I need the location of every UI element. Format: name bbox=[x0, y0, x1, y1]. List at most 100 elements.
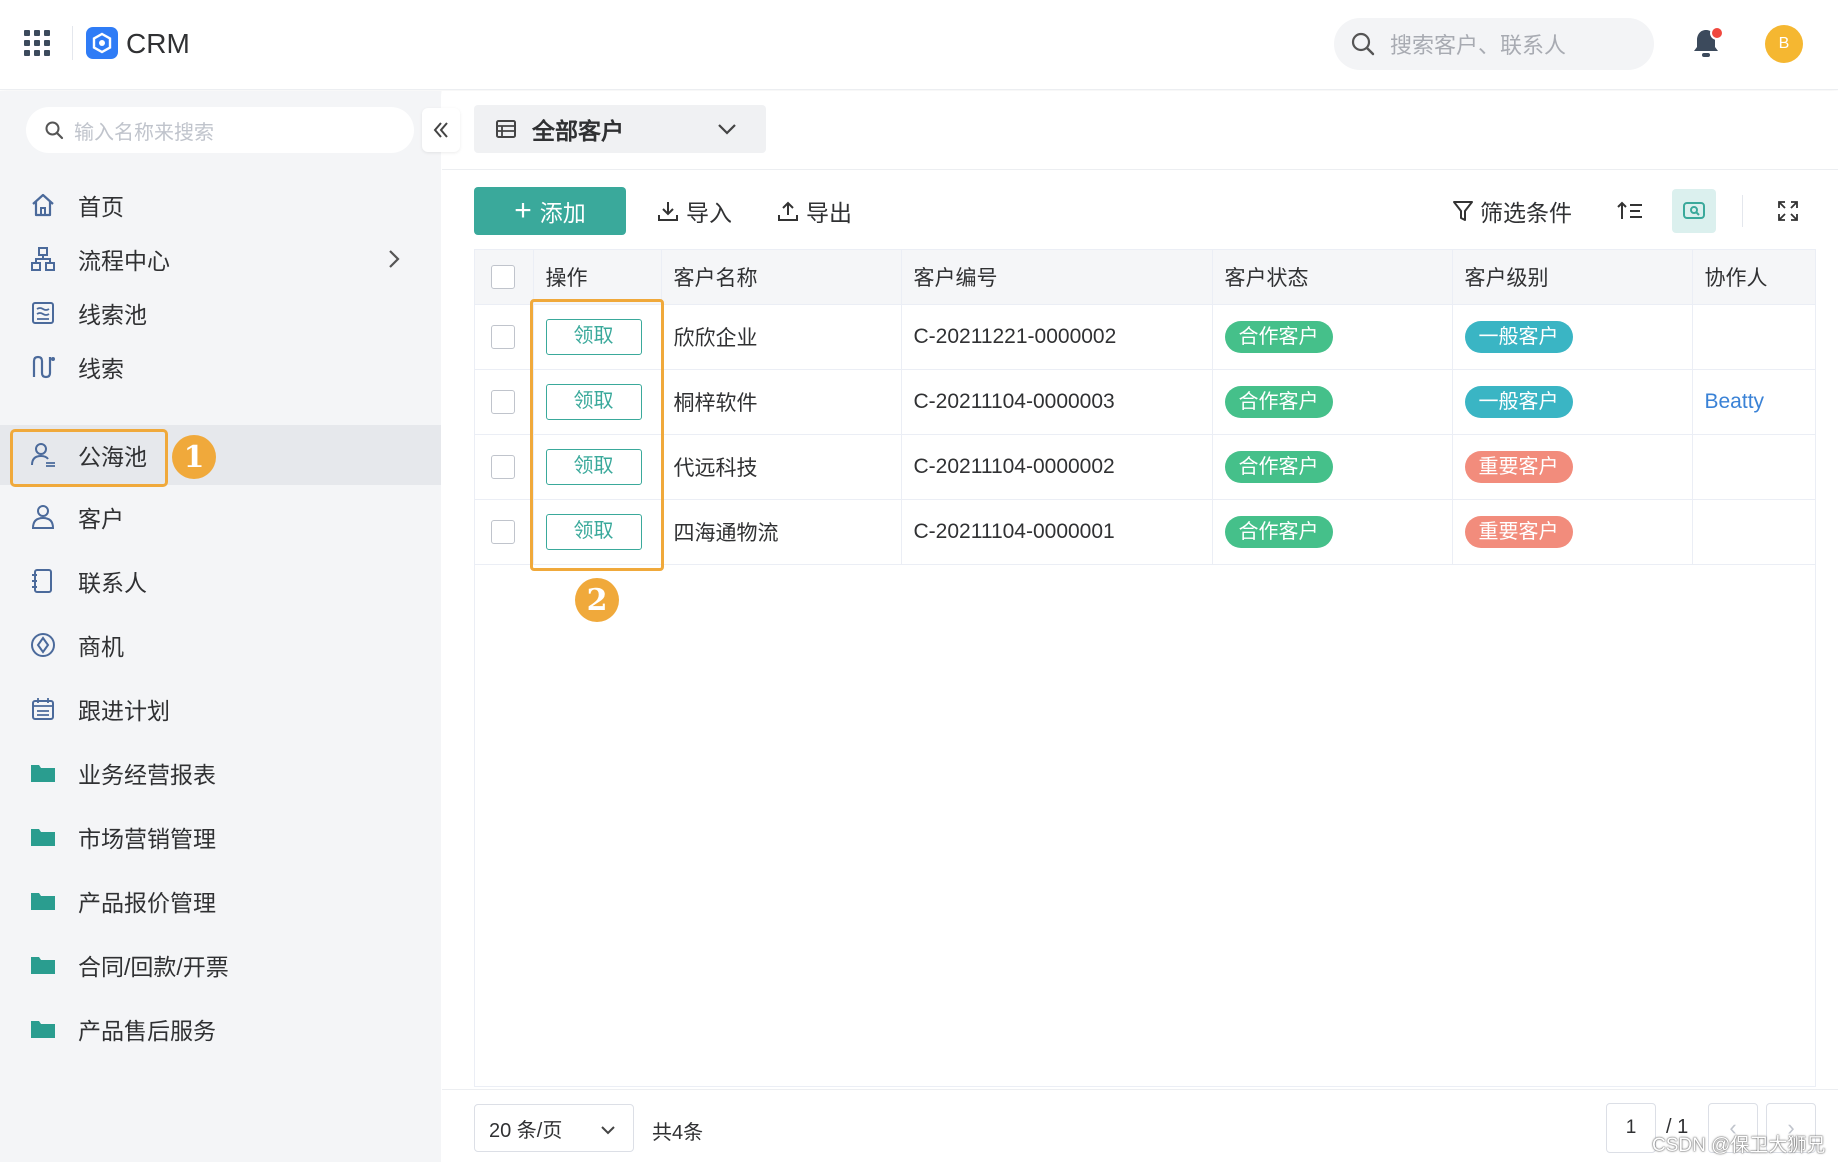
total-count: 共4条 bbox=[652, 1122, 704, 1144]
sidebar-item-label: 业务经营报表 bbox=[78, 762, 216, 788]
export-button[interactable]: 导出 bbox=[776, 191, 852, 231]
collaborator[interactable]: Beatty bbox=[1692, 369, 1815, 435]
customer-name[interactable]: 代远科技 bbox=[661, 434, 902, 500]
sidebar-item-home[interactable]: 首页 bbox=[0, 175, 441, 235]
filter-button[interactable]: 筛选条件 bbox=[1452, 191, 1572, 231]
footer-divider bbox=[442, 1089, 1838, 1090]
customer-name[interactable]: 四海通物流 bbox=[661, 499, 902, 565]
highlight-box-public-pool bbox=[10, 429, 168, 487]
customer-code: C-20211104-0000002 bbox=[901, 434, 1213, 500]
table-row[interactable]: 领取 四海通物流 C-20211104-0000001 合作客户 重要客户 bbox=[475, 499, 1815, 565]
sidebar-item-opportunity[interactable]: 商机 bbox=[0, 615, 441, 675]
sidebar-item-lead-pool[interactable]: 线索池 bbox=[0, 283, 441, 343]
table-row[interactable]: 领取 欣欣企业 C-20211221-0000002 合作客户 一般客户 bbox=[475, 304, 1815, 370]
level-badge: 一般客户 bbox=[1464, 385, 1573, 418]
level-badge: 一般客户 bbox=[1464, 320, 1573, 353]
sidebar-item-contact[interactable]: 联系人 bbox=[0, 551, 441, 611]
notification-dot bbox=[1710, 26, 1724, 40]
chevron-down-icon bbox=[599, 1121, 617, 1144]
sidebar-item-after-sales[interactable]: 产品售后服务 bbox=[0, 999, 441, 1059]
import-label: 导入 bbox=[686, 200, 732, 226]
current-page-input[interactable]: 1 bbox=[1606, 1103, 1656, 1153]
collapse-sidebar-button[interactable] bbox=[422, 108, 460, 152]
watermark: CSDN @保卫大狮兄 bbox=[1652, 1135, 1826, 1156]
import-button[interactable]: 导入 bbox=[656, 191, 732, 231]
sidebar-item-label: 产品售后服务 bbox=[78, 1018, 216, 1044]
add-button-label: 添加 bbox=[539, 200, 586, 226]
apps-grid-icon[interactable] bbox=[24, 30, 50, 56]
table-row[interactable]: 领取 代远科技 C-20211104-0000002 合作客户 重要客户 bbox=[475, 434, 1815, 500]
row-checkbox[interactable] bbox=[491, 519, 515, 544]
sidebar-search-input[interactable]: 输入名称来搜索 bbox=[26, 107, 414, 153]
lead-icon bbox=[28, 352, 58, 382]
table-icon bbox=[496, 120, 516, 138]
status-badge: 合作客户 bbox=[1224, 515, 1333, 548]
sort-icon bbox=[1617, 201, 1642, 219]
contact-icon bbox=[28, 566, 58, 596]
sidebar-item-quotation[interactable]: 产品报价管理 bbox=[0, 871, 441, 931]
collaborator bbox=[1692, 304, 1815, 370]
customer-name[interactable]: 桐梓软件 bbox=[661, 369, 902, 435]
fullscreen-icon bbox=[1778, 201, 1798, 221]
page-size-select[interactable]: 20 条/页 bbox=[474, 1104, 634, 1152]
row-checkbox[interactable] bbox=[491, 389, 515, 414]
filter-icon bbox=[1453, 201, 1473, 221]
column-header-action[interactable]: 操作 bbox=[533, 250, 662, 305]
column-header-code[interactable]: 客户编号 bbox=[901, 250, 1213, 305]
folder-icon bbox=[28, 886, 58, 916]
sidebar: 输入名称来搜索 首页 流程中心 线索池 线索 公海池 客户 联系人 商机 跟进计… bbox=[0, 91, 441, 1162]
table-row[interactable]: 领取 桐梓软件 C-20211104-0000003 合作客户 一般客户 Bea… bbox=[475, 369, 1815, 435]
collaborator bbox=[1692, 434, 1815, 500]
column-header-status[interactable]: 客户状态 bbox=[1212, 250, 1453, 305]
folder-icon bbox=[28, 822, 58, 852]
level-badge: 重要客户 bbox=[1464, 515, 1573, 548]
card-view-button[interactable] bbox=[1672, 189, 1716, 233]
highlight-box-claim-column bbox=[530, 299, 664, 571]
sidebar-item-label: 合同/回款/开票 bbox=[78, 954, 229, 980]
global-search-input[interactable]: 搜索客户、联系人 bbox=[1334, 18, 1654, 70]
view-selector[interactable]: 全部客户 bbox=[474, 105, 766, 153]
folder-icon bbox=[28, 950, 58, 980]
add-button[interactable]: + 添加 bbox=[474, 187, 626, 235]
sidebar-item-follow-plan[interactable]: 跟进计划 bbox=[0, 679, 441, 739]
filter-label: 筛选条件 bbox=[1480, 200, 1572, 226]
column-header-collaborator[interactable]: 协作人 bbox=[1692, 250, 1815, 305]
home-icon bbox=[28, 190, 58, 220]
user-avatar[interactable]: B bbox=[1765, 25, 1803, 63]
customer-code: C-20211104-0000003 bbox=[901, 369, 1213, 435]
row-checkbox[interactable] bbox=[491, 324, 515, 349]
customer-code: C-20211221-0000002 bbox=[901, 304, 1213, 370]
page-size-value: 20 条/页 bbox=[489, 1119, 563, 1142]
chevron-right-icon bbox=[386, 247, 402, 276]
lead-pool-icon bbox=[28, 298, 58, 328]
search-icon bbox=[1351, 32, 1375, 56]
status-badge: 合作客户 bbox=[1224, 320, 1333, 353]
toolbar-divider bbox=[1742, 195, 1743, 227]
crm-logo-icon bbox=[86, 27, 118, 59]
sidebar-item-business-report[interactable]: 业务经营报表 bbox=[0, 743, 441, 803]
fullscreen-button[interactable] bbox=[1766, 189, 1810, 233]
double-chevron-left-icon bbox=[433, 122, 448, 138]
column-header-level[interactable]: 客户级别 bbox=[1452, 250, 1693, 305]
sidebar-item-contract[interactable]: 合同/回款/开票 bbox=[0, 935, 441, 995]
sidebar-item-label: 商机 bbox=[78, 634, 124, 660]
brand-divider bbox=[72, 26, 73, 60]
export-label: 导出 bbox=[806, 200, 852, 226]
sidebar-item-customer[interactable]: 客户 bbox=[0, 487, 441, 547]
sort-button[interactable] bbox=[1608, 189, 1652, 233]
sidebar-item-label: 客户 bbox=[78, 506, 124, 532]
table-header-row: 操作 客户名称 客户编号 客户状态 客户级别 协作人 bbox=[475, 250, 1815, 305]
sidebar-item-label: 市场营销管理 bbox=[78, 826, 216, 852]
sidebar-item-label: 产品报价管理 bbox=[78, 890, 216, 916]
sidebar-item-flow-center[interactable]: 流程中心 bbox=[0, 229, 441, 289]
sidebar-item-lead[interactable]: 线索 bbox=[0, 337, 441, 397]
customer-name[interactable]: 欣欣企业 bbox=[661, 304, 902, 370]
select-all-checkbox[interactable] bbox=[491, 264, 515, 289]
row-checkbox[interactable] bbox=[491, 454, 515, 479]
column-header-name[interactable]: 客户名称 bbox=[661, 250, 902, 305]
sidebar-item-marketing[interactable]: 市场营销管理 bbox=[0, 807, 441, 867]
download-icon bbox=[658, 202, 678, 221]
view-selector-label: 全部客户 bbox=[532, 118, 624, 144]
search-icon bbox=[45, 121, 64, 140]
step-badge-1: 1 bbox=[172, 435, 216, 479]
